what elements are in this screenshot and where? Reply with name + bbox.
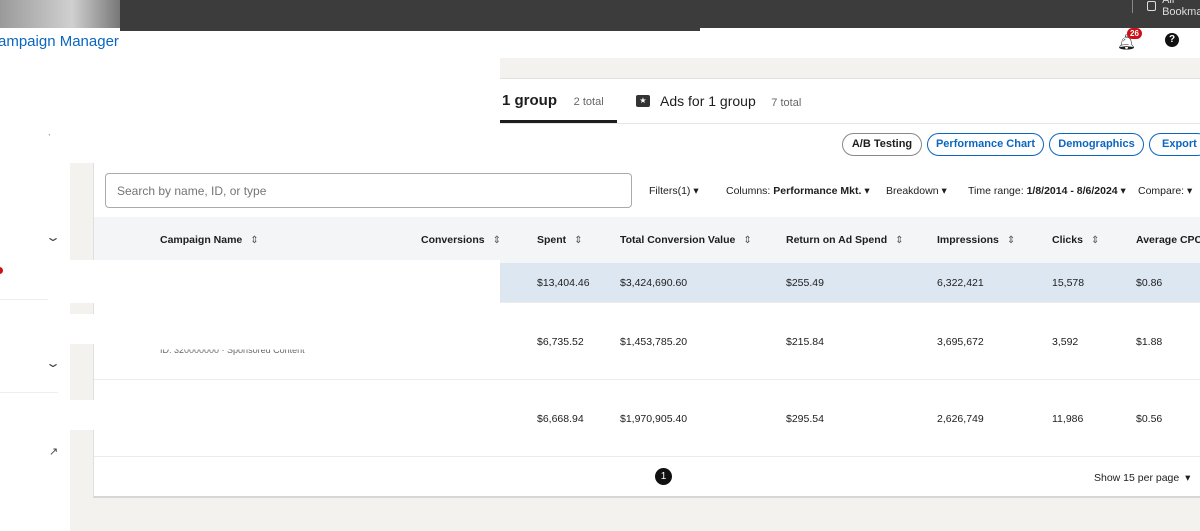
chevron-down-icon[interactable]: ⌄ xyxy=(45,356,61,370)
help-icon[interactable]: ? xyxy=(1165,33,1179,47)
app-header xyxy=(0,28,1200,58)
sort-icon: ⇕ xyxy=(574,235,583,246)
sort-icon: ⇕ xyxy=(1090,235,1100,246)
cell-tcv: $1,453,785.20 xyxy=(620,336,688,348)
sort-icon: ⇕ xyxy=(250,235,259,246)
divider xyxy=(0,392,58,393)
cell-roas: $255.49 xyxy=(786,277,824,289)
browser-toolbar xyxy=(120,0,1200,31)
page-1-button[interactable]: 1 xyxy=(655,468,672,485)
redacted-block xyxy=(48,260,500,303)
col-total-conversion-value[interactable]: Total Conversion Value ⇕ xyxy=(620,234,752,246)
sidebar xyxy=(0,163,70,531)
tab-groups[interactable]: 1 group 2 total xyxy=(502,92,604,109)
band xyxy=(500,58,1200,78)
ad-icon: ★ xyxy=(636,95,650,107)
chevron-down-icon[interactable]: ⌄ xyxy=(45,230,61,244)
per-page-dropdown[interactable]: Show 15 per page ▾ xyxy=(1094,472,1190,484)
col-roas[interactable]: Return on Ad Spend ⇕ xyxy=(786,234,904,246)
col-campaign-name[interactable]: Campaign Name ⇕ xyxy=(160,234,259,246)
col-clicks[interactable]: Clicks ⇕ xyxy=(1052,234,1099,246)
redacted-panel xyxy=(0,58,500,163)
export-button[interactable]: Export xyxy=(1149,133,1200,156)
divider xyxy=(500,123,1200,124)
cell-impressions: 3,695,672 xyxy=(937,336,984,348)
notification-badge: 26 xyxy=(1127,28,1142,39)
cell-impressions: 2,626,749 xyxy=(937,413,984,425)
col-average-cpc[interactable]: Average CPC xyxy=(1136,234,1200,246)
col-impressions[interactable]: Impressions ⇕ xyxy=(937,234,1015,246)
all-bookmarks[interactable]: All Bookmarks xyxy=(1132,0,1200,18)
cell-impressions: 6,322,421 xyxy=(937,277,984,289)
cell-spent: $13,404.46 xyxy=(537,277,590,289)
performance-chart-button[interactable]: Performance Chart xyxy=(927,133,1044,156)
redacted-block xyxy=(70,314,500,344)
cell-cpc: $1.88 xyxy=(1136,336,1163,348)
filters-dropdown[interactable]: Filters(1) ▾ xyxy=(649,185,699,197)
cell-cpc: $0.56 xyxy=(1136,413,1163,425)
folder-icon xyxy=(1146,1,1157,11)
search-input[interactable] xyxy=(105,173,632,208)
cell-spent: $6,735.52 xyxy=(537,336,584,348)
sort-icon: ⇕ xyxy=(492,235,501,246)
ab-testing-button[interactable]: A/B Testing xyxy=(842,133,922,156)
redacted-block xyxy=(70,400,500,430)
external-link-icon[interactable]: ↗ xyxy=(49,445,58,458)
cell-roas: $295.54 xyxy=(786,413,824,425)
time-range-dropdown[interactable]: Time range: 1/8/2014 - 8/6/2024 ▾ xyxy=(968,185,1126,197)
compare-dropdown[interactable]: Compare: ▾ xyxy=(1138,185,1192,197)
cell-spent: $6,668.94 xyxy=(537,413,584,425)
toolbar-edge xyxy=(120,28,700,31)
sort-icon: ⇕ xyxy=(895,235,904,246)
app-title[interactable]: ampaign Manager xyxy=(0,33,119,50)
breakdown-dropdown[interactable]: Breakdown ▾ xyxy=(886,185,947,197)
cell-roas: $215.84 xyxy=(786,336,824,348)
demographics-button[interactable]: Demographics xyxy=(1049,133,1144,156)
cell-clicks: 11,986 xyxy=(1052,413,1084,425)
col-conversions[interactable]: Conversions ⇕ xyxy=(421,234,501,246)
tick-mark: ˋ xyxy=(48,133,51,143)
browser-tab-blurred xyxy=(0,0,120,28)
col-spent[interactable]: Spent ⇕ xyxy=(537,234,583,246)
gutter xyxy=(70,163,93,531)
cell-clicks: 3,592 xyxy=(1052,336,1079,348)
tab-ads[interactable]: Ads for 1 group 7 total xyxy=(660,93,801,109)
sort-icon: ⇕ xyxy=(1006,235,1016,246)
columns-dropdown[interactable]: Columns: Performance Mkt. ▾ xyxy=(726,185,870,197)
cell-tcv: $1,970,905.40 xyxy=(620,413,688,425)
cell-tcv: $3,424,690.60 xyxy=(620,277,688,289)
sort-icon: ⇕ xyxy=(743,235,752,246)
divider xyxy=(0,299,50,300)
cell-cpc: $0.86 xyxy=(1136,277,1163,289)
cell-clicks: 15,578 xyxy=(1052,277,1085,289)
